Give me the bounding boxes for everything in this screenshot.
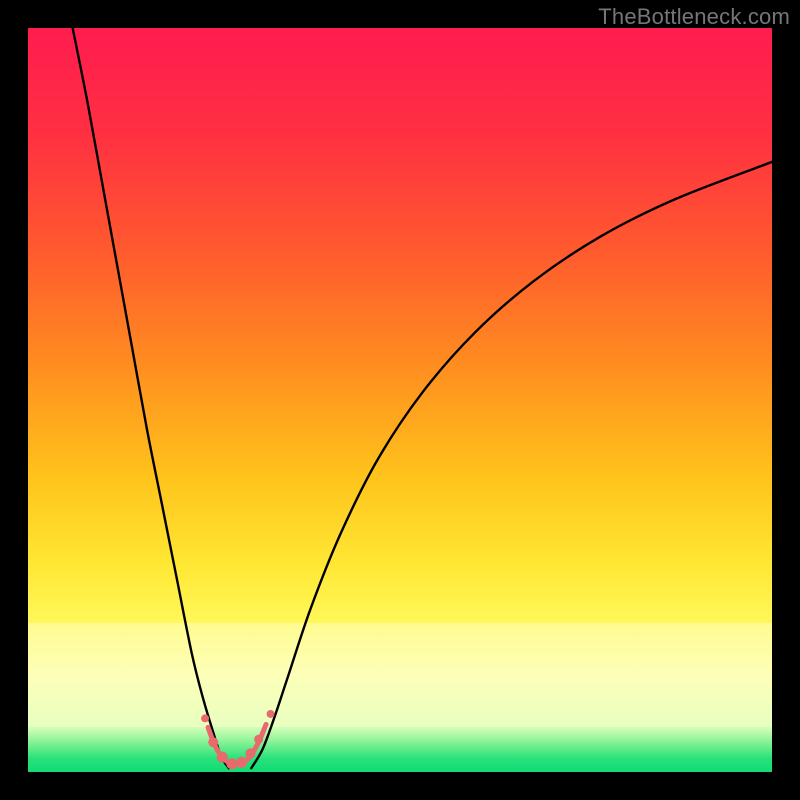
marker-dot: [201, 714, 209, 722]
curve-left-branch: [73, 28, 229, 768]
marker-dot: [236, 757, 247, 768]
watermark-text: TheBottleneck.com: [598, 4, 790, 30]
plot-area: [28, 28, 772, 772]
marker-dot: [245, 748, 255, 758]
marker-dots: [201, 710, 274, 769]
curve-layer: [28, 28, 772, 772]
marker-dot: [208, 737, 218, 747]
marker-dot: [226, 758, 237, 769]
marker-dot: [254, 735, 263, 744]
marker-dot: [267, 710, 275, 718]
curve-right-branch: [251, 162, 772, 768]
chart-stage: TheBottleneck.com: [0, 0, 800, 800]
marker-dot: [217, 752, 228, 763]
